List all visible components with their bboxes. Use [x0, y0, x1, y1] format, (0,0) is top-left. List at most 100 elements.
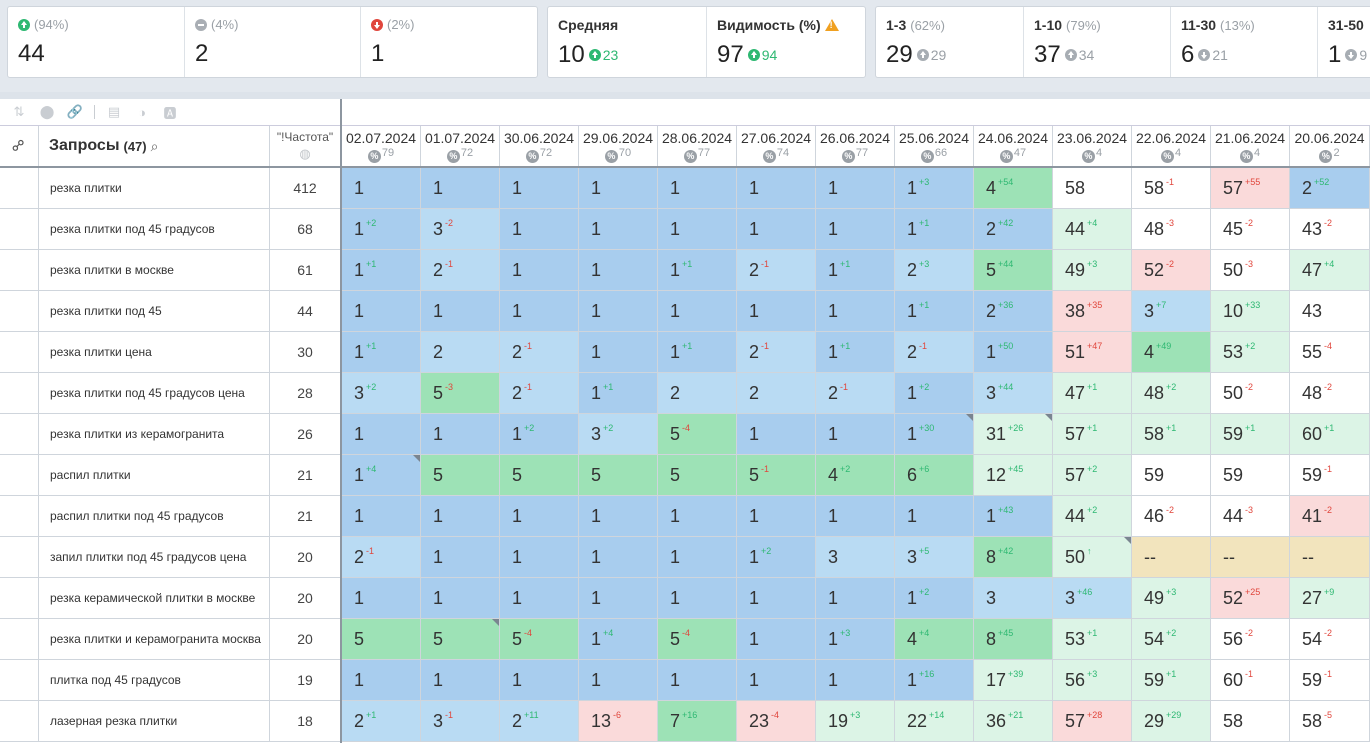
position-cell[interactable]: 1 — [816, 168, 895, 208]
date-column-header[interactable]: 22.06.2024% 4 — [1132, 126, 1211, 166]
table-row[interactable]: распил плитки 21 1 +4 5 5 5 5 5 -1 4 +2 6 +6 12 +45 57 +2… — [0, 455, 1370, 496]
link-cell[interactable] — [0, 660, 39, 700]
position-cell[interactable]: 1 — [579, 496, 658, 536]
position-cell[interactable]: 1 — [421, 578, 500, 618]
position-cell[interactable]: 1 — [342, 496, 421, 536]
position-cell[interactable]: 7 +16 — [658, 701, 737, 741]
table-row[interactable]: резка керамической плитки в москве 20 1 1 1 1… — [0, 578, 1370, 619]
contrast-icon[interactable]: ◑ — [133, 105, 151, 120]
table-row[interactable]: резка плитки и керамогранита москва 20 5 5 5… — [0, 619, 1370, 660]
position-cell[interactable]: 1 — [658, 168, 737, 208]
position-cell[interactable]: 5 -4 — [658, 414, 737, 454]
positions-same[interactable]: (4%) 2 — [185, 7, 361, 77]
position-cell[interactable]: 5 — [579, 455, 658, 495]
position-cell[interactable]: 41 -2 — [1290, 496, 1370, 536]
position-cell[interactable]: 52 -2 — [1132, 250, 1211, 290]
position-cell[interactable]: 46 -2 — [1132, 496, 1211, 536]
position-cell[interactable]: 1 — [658, 537, 737, 577]
frequency-column-header[interactable]: "!Частота" ◍ — [270, 126, 341, 166]
position-cell[interactable]: 1 +2 — [737, 537, 816, 577]
position-cell[interactable]: 1 — [737, 168, 816, 208]
position-cell[interactable]: 1 — [816, 414, 895, 454]
position-cell[interactable]: 1 — [658, 209, 737, 249]
position-cell[interactable]: 53 +2 — [1211, 332, 1290, 372]
position-cell[interactable]: 1 +1 — [895, 291, 974, 331]
position-cell[interactable]: 59 +1 — [1211, 414, 1290, 454]
position-cell[interactable]: 1 — [500, 209, 579, 249]
position-cell[interactable]: 58 — [1053, 168, 1132, 208]
font-size-icon[interactable]: 🅰 — [161, 105, 179, 121]
top-1-10[interactable]: 1-10 (79%) 37 34 — [1024, 7, 1171, 77]
position-cell[interactable]: 2 -1 — [737, 332, 816, 372]
query-cell[interactable]: резка плитки под 45 — [39, 291, 270, 331]
query-cell[interactable]: резка керамической плитки в москве — [39, 578, 270, 618]
position-cell[interactable]: 1 +2 — [895, 373, 974, 413]
average-position[interactable]: Средняя 10 23 — [548, 7, 707, 77]
position-cell[interactable]: 44 -3 — [1211, 496, 1290, 536]
date-column-header[interactable]: 29.06.2024% 70 — [579, 126, 658, 166]
position-cell[interactable]: 44 +4 — [1053, 209, 1132, 249]
link-cell[interactable] — [0, 414, 39, 454]
date-column-header[interactable]: 25.06.2024% 66 — [895, 126, 974, 166]
position-cell[interactable]: 1 +2 — [500, 414, 579, 454]
position-cell[interactable]: 5 -4 — [500, 619, 579, 659]
position-cell[interactable]: 29 +29 — [1132, 701, 1211, 741]
position-cell[interactable]: 1 — [737, 496, 816, 536]
position-cell[interactable]: 59 +1 — [1132, 660, 1211, 700]
position-cell[interactable]: 1 — [500, 250, 579, 290]
position-cell[interactable]: 12 +45 — [974, 455, 1053, 495]
top-11-30[interactable]: 11-30 (13%) 6 21 — [1171, 7, 1318, 77]
link-cell[interactable] — [0, 373, 39, 413]
position-cell[interactable]: 1 — [342, 291, 421, 331]
position-cell[interactable]: -- — [1290, 537, 1370, 577]
link-cell[interactable] — [0, 209, 39, 249]
position-cell[interactable]: 5 -4 — [658, 619, 737, 659]
position-cell[interactable]: 45 -2 — [1211, 209, 1290, 249]
position-cell[interactable]: 3 +7 — [1132, 291, 1211, 331]
position-cell[interactable]: 3 — [816, 537, 895, 577]
sort-icon[interactable]: ⇅ — [10, 104, 28, 119]
link-icon[interactable]: 🔗 — [66, 104, 84, 119]
position-cell[interactable]: 1 — [737, 209, 816, 249]
position-cell[interactable]: 59 — [1132, 455, 1211, 495]
position-cell[interactable]: 3 — [974, 578, 1053, 618]
position-cell[interactable]: 13 -6 — [579, 701, 658, 741]
position-cell[interactable]: 5 — [658, 455, 737, 495]
table-row[interactable]: резка плитки 412 1 1 1 1 1 1 1 1 +3 4 +54 58 58 -1 57 +55… — [0, 168, 1370, 209]
position-cell[interactable]: 57 +55 — [1211, 168, 1290, 208]
link-cell[interactable] — [0, 332, 39, 372]
position-cell[interactable]: 1 +1 — [579, 373, 658, 413]
position-cell[interactable]: 1 — [421, 414, 500, 454]
position-cell[interactable]: 1 +1 — [342, 250, 421, 290]
position-cell[interactable]: 1 — [500, 496, 579, 536]
positions-down[interactable]: (2%) 1 — [361, 7, 537, 77]
position-cell[interactable]: 2 — [658, 373, 737, 413]
top-31-50[interactable]: 31-50 1 9 — [1318, 7, 1370, 77]
query-cell[interactable]: резка плитки под 45 градусов — [39, 209, 270, 249]
position-cell[interactable]: 2 -1 — [500, 373, 579, 413]
position-cell[interactable]: 3 -2 — [421, 209, 500, 249]
position-cell[interactable]: 1 — [579, 537, 658, 577]
position-cell[interactable]: 4 +54 — [974, 168, 1053, 208]
position-cell[interactable]: 5 +44 — [974, 250, 1053, 290]
position-cell[interactable]: 5 — [421, 455, 500, 495]
position-cell[interactable]: 5 — [342, 619, 421, 659]
position-cell[interactable]: 2 +42 — [974, 209, 1053, 249]
position-cell[interactable]: 60 -1 — [1211, 660, 1290, 700]
position-cell[interactable]: 44 +2 — [1053, 496, 1132, 536]
position-cell[interactable]: 48 -2 — [1290, 373, 1370, 413]
position-cell[interactable]: 60 +1 — [1290, 414, 1370, 454]
position-cell[interactable]: 1 — [579, 209, 658, 249]
warning-icon[interactable] — [824, 19, 839, 31]
position-cell[interactable]: 1 — [737, 619, 816, 659]
position-cell[interactable]: 5 -1 — [737, 455, 816, 495]
position-cell[interactable]: 2 +11 — [500, 701, 579, 741]
position-cell[interactable]: 57 +28 — [1053, 701, 1132, 741]
top-1-3[interactable]: 1-3 (62%) 29 29 — [876, 7, 1024, 77]
position-cell[interactable]: 1 — [500, 537, 579, 577]
table-row[interactable]: резка плитки цена 30 1 +1 2 2 -1 1 1 +1 2 -1 1 +1 2 -1 1… — [0, 332, 1370, 373]
query-cell[interactable]: резка плитки цена — [39, 332, 270, 372]
position-cell[interactable]: 1 — [816, 291, 895, 331]
query-cell[interactable]: резка плитки и керамогранита москва — [39, 619, 270, 659]
position-cell[interactable]: 1 — [421, 168, 500, 208]
